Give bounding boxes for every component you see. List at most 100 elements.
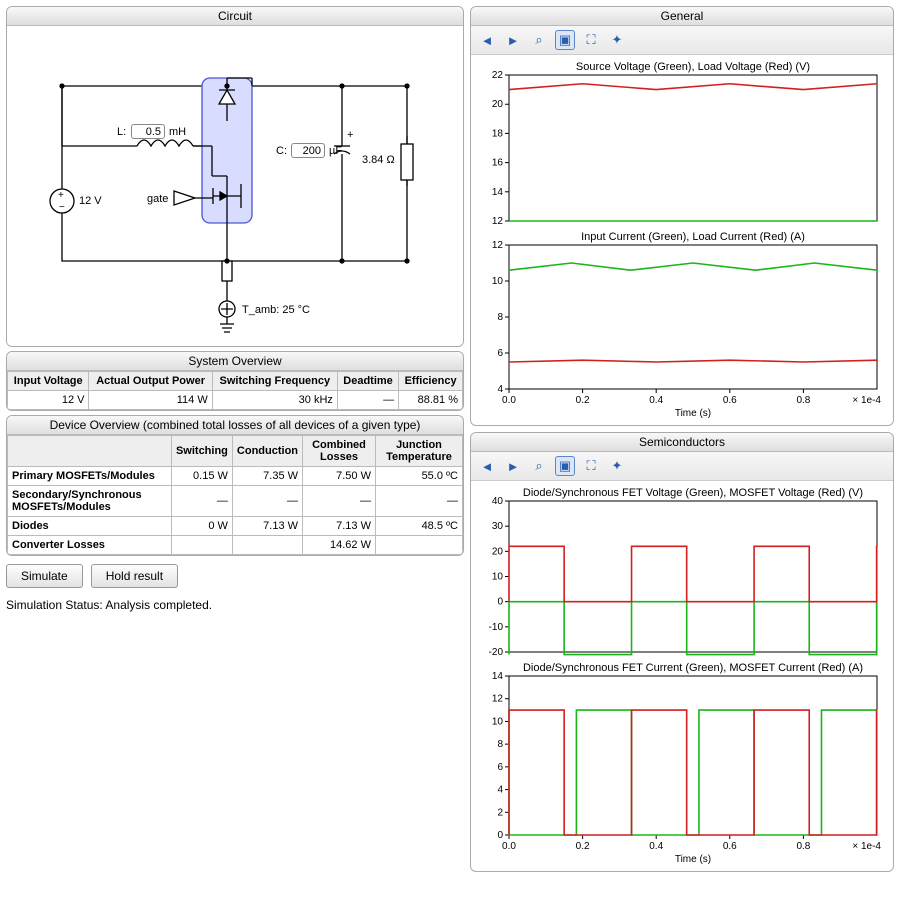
svg-text:0.0: 0.0 xyxy=(502,841,516,852)
cursor-icon[interactable]: ✦ xyxy=(607,30,627,50)
circuit-panel: Circuit + − xyxy=(6,6,464,347)
cell xyxy=(171,536,232,555)
svg-text:14: 14 xyxy=(492,671,504,682)
circuit-schematic: + − xyxy=(7,26,464,346)
load-r-label: 3.84 Ω xyxy=(362,154,395,166)
circuit-title: Circuit xyxy=(7,7,463,26)
device-overview-table: SwitchingConductionCombined LossesJuncti… xyxy=(7,435,463,555)
hold-result-button[interactable]: Hold result xyxy=(91,564,178,588)
nav-back-icon[interactable]: ◄ xyxy=(477,456,497,476)
svg-text:10: 10 xyxy=(492,716,504,727)
svg-text:8: 8 xyxy=(497,312,503,323)
inductor-value-input[interactable] xyxy=(131,124,165,139)
svg-text:0.0: 0.0 xyxy=(502,395,516,406)
cell: — xyxy=(232,486,302,517)
nav-fwd-icon[interactable]: ► xyxy=(503,30,523,50)
cell: — xyxy=(337,391,398,410)
col-header: Input Voltage xyxy=(8,372,89,391)
svg-text:0.4: 0.4 xyxy=(649,841,663,852)
table-row: Diodes0 W7.13 W7.13 W48.5 ºC xyxy=(8,517,463,536)
svg-text:Diode/Synchronous FET Voltage: Diode/Synchronous FET Voltage (Green), M… xyxy=(523,487,863,499)
zoom-icon[interactable]: ⌕ xyxy=(529,456,549,476)
semi-voltage-chart: Diode/Synchronous FET Voltage (Green), M… xyxy=(477,485,885,660)
inductor-unit: mH xyxy=(169,126,186,138)
col-header: Efficiency xyxy=(399,372,463,391)
svg-text:22: 22 xyxy=(492,70,504,81)
semiconductors-panel: Semiconductors ◄ ► ⌕ ▣ ⛶ ✦ Diode/Synchro… xyxy=(470,432,894,872)
svg-text:Time (s): Time (s) xyxy=(675,854,711,865)
svg-text:× 1e-4: × 1e-4 xyxy=(852,395,881,406)
svg-text:Source Voltage (Green), Load: Source Voltage (Green), Load Voltage (Re… xyxy=(576,61,810,73)
svg-text:6: 6 xyxy=(497,762,503,773)
system-overview-title: System Overview xyxy=(7,352,463,371)
cell: 114 W xyxy=(89,391,212,410)
svg-text:0.6: 0.6 xyxy=(723,841,737,852)
cell: 88.81 % xyxy=(399,391,463,410)
cell: 12 V xyxy=(8,391,89,410)
cell: — xyxy=(171,486,232,517)
cell xyxy=(232,536,302,555)
nav-fwd-icon[interactable]: ► xyxy=(503,456,523,476)
zoom-icon[interactable]: ⌕ xyxy=(529,30,549,50)
cell xyxy=(375,536,462,555)
svg-text:0.2: 0.2 xyxy=(576,841,590,852)
circuit-canvas: + − xyxy=(7,26,463,346)
col-header xyxy=(8,436,172,467)
table-row: Primary MOSFETs/Modules0.15 W7.35 W7.50 … xyxy=(8,467,463,486)
tamb-label: T_amb: 25 °C xyxy=(242,304,310,316)
simulation-status: Simulation Status: Analysis completed. xyxy=(6,598,464,612)
svg-text:12: 12 xyxy=(492,216,504,227)
semiconductors-title: Semiconductors xyxy=(471,433,893,452)
device-overview-title: Device Overview (combined total losses o… xyxy=(7,416,463,435)
cell: 7.13 W xyxy=(303,517,376,536)
svg-text:0.4: 0.4 xyxy=(649,395,663,406)
svg-text:-20: -20 xyxy=(489,647,504,658)
cell: 0 W xyxy=(171,517,232,536)
cell: 0.15 W xyxy=(171,467,232,486)
svg-text:12: 12 xyxy=(492,694,504,705)
cell: Primary MOSFETs/Modules xyxy=(8,467,172,486)
cap-prefix: C: xyxy=(276,145,287,157)
system-overview-table: Input VoltageActual Output PowerSwitchin… xyxy=(7,371,463,410)
vin-label: 12 V xyxy=(79,195,102,207)
simulate-button[interactable]: Simulate xyxy=(6,564,83,588)
fit-icon[interactable]: ⛶ xyxy=(581,30,601,50)
nav-back-icon[interactable]: ◄ xyxy=(477,30,497,50)
svg-text:Time (s): Time (s) xyxy=(675,408,711,419)
col-header: Deadtime xyxy=(337,372,398,391)
svg-text:Diode/Synchronous FET Current: Diode/Synchronous FET Current (Green), M… xyxy=(523,662,863,674)
inductor-prefix: L: xyxy=(117,126,126,138)
zoom-box-icon[interactable]: ▣ xyxy=(555,30,575,50)
svg-text:0.6: 0.6 xyxy=(723,395,737,406)
col-header: Junction Temperature xyxy=(375,436,462,467)
col-header: Actual Output Power xyxy=(89,372,212,391)
semiconductors-toolbar: ◄ ► ⌕ ▣ ⛶ ✦ xyxy=(471,452,893,481)
col-header: Switching xyxy=(171,436,232,467)
cell: Diodes xyxy=(8,517,172,536)
general-panel: General ◄ ► ⌕ ▣ ⛶ ✦ Source Voltage (Gree… xyxy=(470,6,894,426)
cell: — xyxy=(375,486,462,517)
cell: Secondary/Synchronous MOSFETs/Modules xyxy=(8,486,172,517)
table-row: Converter Losses14.62 W xyxy=(8,536,463,555)
cell: 30 kHz xyxy=(212,391,337,410)
gate-label: gate xyxy=(147,193,168,205)
fit-icon[interactable]: ⛶ xyxy=(581,456,601,476)
svg-text:−: − xyxy=(59,202,65,213)
svg-text:2: 2 xyxy=(497,807,503,818)
zoom-box-icon[interactable]: ▣ xyxy=(555,456,575,476)
svg-text:20: 20 xyxy=(492,546,504,557)
svg-text:+: + xyxy=(58,190,64,201)
cell: 7.50 W xyxy=(303,467,376,486)
cell: — xyxy=(303,486,376,517)
svg-text:4: 4 xyxy=(497,785,503,796)
cursor-icon[interactable]: ✦ xyxy=(607,456,627,476)
general-title: General xyxy=(471,7,893,26)
general-current-chart: Input Current (Green), Load Current (Red… xyxy=(477,229,885,419)
svg-text:-10: -10 xyxy=(489,622,504,633)
svg-text:+: + xyxy=(347,129,353,141)
cell: Converter Losses xyxy=(8,536,172,555)
svg-text:8: 8 xyxy=(497,739,503,750)
cap-value-input[interactable] xyxy=(291,143,325,158)
col-header: Switching Frequency xyxy=(212,372,337,391)
col-header: Conduction xyxy=(232,436,302,467)
